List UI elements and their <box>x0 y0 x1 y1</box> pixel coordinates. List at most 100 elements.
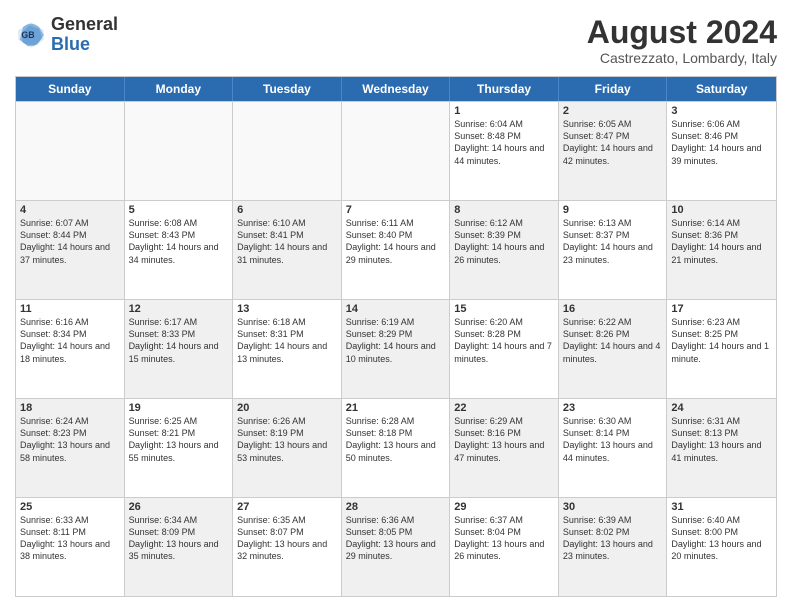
cell-info: Sunrise: 6:23 AM Sunset: 8:25 PM Dayligh… <box>671 316 772 365</box>
cell-info: Sunrise: 6:26 AM Sunset: 8:19 PM Dayligh… <box>237 415 337 464</box>
cell-info: Sunrise: 6:06 AM Sunset: 8:46 PM Dayligh… <box>671 118 772 167</box>
day-number: 22 <box>454 402 554 414</box>
calendar-cell: 10Sunrise: 6:14 AM Sunset: 8:36 PM Dayli… <box>667 201 776 299</box>
cell-info: Sunrise: 6:18 AM Sunset: 8:31 PM Dayligh… <box>237 316 337 365</box>
page: GB General Blue August 2024 Castrezzato,… <box>0 0 792 612</box>
calendar-cell: 25Sunrise: 6:33 AM Sunset: 8:11 PM Dayli… <box>16 498 125 596</box>
calendar-cell: 2Sunrise: 6:05 AM Sunset: 8:47 PM Daylig… <box>559 102 668 200</box>
logo-line1: General <box>51 15 118 35</box>
calendar-cell: 15Sunrise: 6:20 AM Sunset: 8:28 PM Dayli… <box>450 300 559 398</box>
day-number: 13 <box>237 303 337 315</box>
day-number: 29 <box>454 501 554 513</box>
cell-info: Sunrise: 6:28 AM Sunset: 8:18 PM Dayligh… <box>346 415 446 464</box>
cell-info: Sunrise: 6:30 AM Sunset: 8:14 PM Dayligh… <box>563 415 663 464</box>
calendar-cell: 17Sunrise: 6:23 AM Sunset: 8:25 PM Dayli… <box>667 300 776 398</box>
calendar-cell <box>16 102 125 200</box>
calendar-cell: 12Sunrise: 6:17 AM Sunset: 8:33 PM Dayli… <box>125 300 234 398</box>
logo: GB General Blue <box>15 15 118 55</box>
calendar-cell: 14Sunrise: 6:19 AM Sunset: 8:29 PM Dayli… <box>342 300 451 398</box>
svg-text:GB: GB <box>21 30 34 40</box>
calendar-cell: 29Sunrise: 6:37 AM Sunset: 8:04 PM Dayli… <box>450 498 559 596</box>
calendar-cell: 6Sunrise: 6:10 AM Sunset: 8:41 PM Daylig… <box>233 201 342 299</box>
calendar-cell: 18Sunrise: 6:24 AM Sunset: 8:23 PM Dayli… <box>16 399 125 497</box>
calendar-cell: 16Sunrise: 6:22 AM Sunset: 8:26 PM Dayli… <box>559 300 668 398</box>
cell-info: Sunrise: 6:07 AM Sunset: 8:44 PM Dayligh… <box>20 217 120 266</box>
calendar-day-header: Sunday <box>16 77 125 101</box>
day-number: 7 <box>346 204 446 216</box>
cell-info: Sunrise: 6:08 AM Sunset: 8:43 PM Dayligh… <box>129 217 229 266</box>
calendar-week: 4Sunrise: 6:07 AM Sunset: 8:44 PM Daylig… <box>16 200 776 299</box>
day-number: 31 <box>671 501 772 513</box>
day-number: 3 <box>671 105 772 117</box>
cell-info: Sunrise: 6:24 AM Sunset: 8:23 PM Dayligh… <box>20 415 120 464</box>
calendar-cell: 3Sunrise: 6:06 AM Sunset: 8:46 PM Daylig… <box>667 102 776 200</box>
calendar-day-header: Monday <box>125 77 234 101</box>
calendar-week: 18Sunrise: 6:24 AM Sunset: 8:23 PM Dayli… <box>16 398 776 497</box>
day-number: 6 <box>237 204 337 216</box>
cell-info: Sunrise: 6:40 AM Sunset: 8:00 PM Dayligh… <box>671 514 772 563</box>
calendar-cell: 23Sunrise: 6:30 AM Sunset: 8:14 PM Dayli… <box>559 399 668 497</box>
day-number: 30 <box>563 501 663 513</box>
day-number: 12 <box>129 303 229 315</box>
calendar-day-header: Saturday <box>667 77 776 101</box>
calendar-day-header: Friday <box>559 77 668 101</box>
day-number: 2 <box>563 105 663 117</box>
cell-info: Sunrise: 6:39 AM Sunset: 8:02 PM Dayligh… <box>563 514 663 563</box>
cell-info: Sunrise: 6:17 AM Sunset: 8:33 PM Dayligh… <box>129 316 229 365</box>
calendar-cell: 13Sunrise: 6:18 AM Sunset: 8:31 PM Dayli… <box>233 300 342 398</box>
cell-info: Sunrise: 6:16 AM Sunset: 8:34 PM Dayligh… <box>20 316 120 365</box>
cell-info: Sunrise: 6:11 AM Sunset: 8:40 PM Dayligh… <box>346 217 446 266</box>
cell-info: Sunrise: 6:22 AM Sunset: 8:26 PM Dayligh… <box>563 316 663 365</box>
cell-info: Sunrise: 6:25 AM Sunset: 8:21 PM Dayligh… <box>129 415 229 464</box>
calendar-cell: 31Sunrise: 6:40 AM Sunset: 8:00 PM Dayli… <box>667 498 776 596</box>
cell-info: Sunrise: 6:31 AM Sunset: 8:13 PM Dayligh… <box>671 415 772 464</box>
day-number: 17 <box>671 303 772 315</box>
cell-info: Sunrise: 6:19 AM Sunset: 8:29 PM Dayligh… <box>346 316 446 365</box>
calendar-week: 25Sunrise: 6:33 AM Sunset: 8:11 PM Dayli… <box>16 497 776 596</box>
day-number: 18 <box>20 402 120 414</box>
calendar-cell: 11Sunrise: 6:16 AM Sunset: 8:34 PM Dayli… <box>16 300 125 398</box>
calendar-day-header: Thursday <box>450 77 559 101</box>
day-number: 9 <box>563 204 663 216</box>
calendar: SundayMondayTuesdayWednesdayThursdayFrid… <box>15 76 777 597</box>
header: GB General Blue August 2024 Castrezzato,… <box>15 15 777 66</box>
calendar-cell <box>342 102 451 200</box>
calendar-cell: 5Sunrise: 6:08 AM Sunset: 8:43 PM Daylig… <box>125 201 234 299</box>
cell-info: Sunrise: 6:04 AM Sunset: 8:48 PM Dayligh… <box>454 118 554 167</box>
calendar-day-header: Wednesday <box>342 77 451 101</box>
cell-info: Sunrise: 6:12 AM Sunset: 8:39 PM Dayligh… <box>454 217 554 266</box>
calendar-cell: 8Sunrise: 6:12 AM Sunset: 8:39 PM Daylig… <box>450 201 559 299</box>
day-number: 8 <box>454 204 554 216</box>
calendar-week: 1Sunrise: 6:04 AM Sunset: 8:48 PM Daylig… <box>16 101 776 200</box>
calendar-cell: 21Sunrise: 6:28 AM Sunset: 8:18 PM Dayli… <box>342 399 451 497</box>
cell-info: Sunrise: 6:34 AM Sunset: 8:09 PM Dayligh… <box>129 514 229 563</box>
calendar-cell: 26Sunrise: 6:34 AM Sunset: 8:09 PM Dayli… <box>125 498 234 596</box>
day-number: 21 <box>346 402 446 414</box>
cell-info: Sunrise: 6:35 AM Sunset: 8:07 PM Dayligh… <box>237 514 337 563</box>
calendar-cell: 20Sunrise: 6:26 AM Sunset: 8:19 PM Dayli… <box>233 399 342 497</box>
main-title: August 2024 <box>587 15 777 50</box>
cell-info: Sunrise: 6:13 AM Sunset: 8:37 PM Dayligh… <box>563 217 663 266</box>
day-number: 14 <box>346 303 446 315</box>
cell-info: Sunrise: 6:20 AM Sunset: 8:28 PM Dayligh… <box>454 316 554 365</box>
calendar-cell: 1Sunrise: 6:04 AM Sunset: 8:48 PM Daylig… <box>450 102 559 200</box>
calendar-cell <box>233 102 342 200</box>
calendar-body: 1Sunrise: 6:04 AM Sunset: 8:48 PM Daylig… <box>16 101 776 596</box>
day-number: 5 <box>129 204 229 216</box>
calendar-cell <box>125 102 234 200</box>
logo-icon: GB <box>15 19 47 51</box>
day-number: 23 <box>563 402 663 414</box>
logo-text: General Blue <box>51 15 118 55</box>
day-number: 10 <box>671 204 772 216</box>
subtitle: Castrezzato, Lombardy, Italy <box>587 50 777 66</box>
day-number: 28 <box>346 501 446 513</box>
day-number: 1 <box>454 105 554 117</box>
calendar-cell: 22Sunrise: 6:29 AM Sunset: 8:16 PM Dayli… <box>450 399 559 497</box>
calendar-cell: 24Sunrise: 6:31 AM Sunset: 8:13 PM Dayli… <box>667 399 776 497</box>
calendar-cell: 19Sunrise: 6:25 AM Sunset: 8:21 PM Dayli… <box>125 399 234 497</box>
cell-info: Sunrise: 6:33 AM Sunset: 8:11 PM Dayligh… <box>20 514 120 563</box>
calendar-cell: 4Sunrise: 6:07 AM Sunset: 8:44 PM Daylig… <box>16 201 125 299</box>
cell-info: Sunrise: 6:14 AM Sunset: 8:36 PM Dayligh… <box>671 217 772 266</box>
day-number: 4 <box>20 204 120 216</box>
calendar-cell: 30Sunrise: 6:39 AM Sunset: 8:02 PM Dayli… <box>559 498 668 596</box>
